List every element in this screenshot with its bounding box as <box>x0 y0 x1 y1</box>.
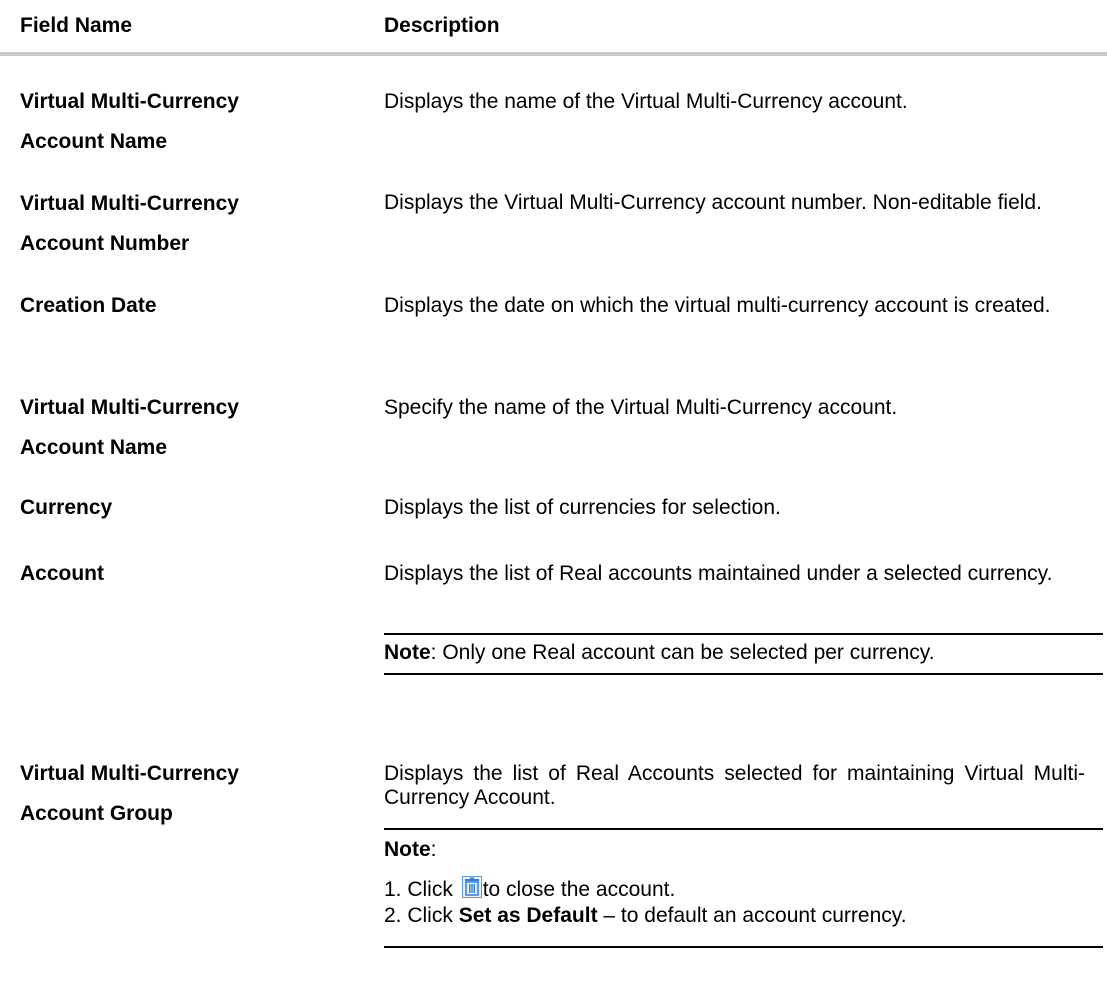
note-item-2: 2. Click Set as Default – to default an … <box>384 904 907 928</box>
row-desc-vmc-account-number: Displays the Virtual Multi-Currency acco… <box>384 191 1042 214</box>
row-name-line: Account Name <box>20 130 168 153</box>
row-name-vmc-account-number: Virtual Multi-Currency Account Number <box>20 184 360 264</box>
note-label: Note <box>384 641 431 664</box>
note-colon: : <box>430 838 437 861</box>
row-desc-vmc-account-name-2: Specify the name of the Virtual Multi-Cu… <box>384 396 898 419</box>
header-description: Description <box>384 14 500 37</box>
row-name-creation-date: Creation Date <box>20 286 360 326</box>
row-name-line: Account <box>20 562 104 585</box>
row-desc-creation-date: Displays the date on which the virtual m… <box>384 294 1051 317</box>
row-name-line: Virtual Multi-Currency <box>20 90 239 113</box>
row-name-line: Virtual Multi-Currency <box>20 762 239 785</box>
row-name-account: Account <box>20 554 360 594</box>
field-description-table: Field Name Description Virtual Multi-Cur… <box>0 0 1107 998</box>
note-text: : Only one Real account can be selected … <box>430 641 935 664</box>
row-name-line: Creation Date <box>20 294 157 317</box>
note-account-group: Note: 1. Click to close the account. 2. … <box>384 828 1103 948</box>
row-name-vmc-account-group: Virtual Multi-Currency Account Group <box>20 754 360 834</box>
set-as-default-label: Set as Default <box>458 904 598 927</box>
row-desc-vmc-account-group: Displays the list of Real Accounts selec… <box>384 762 1085 809</box>
row-desc-vmc-account-name: Displays the name of the Virtual Multi-C… <box>384 90 908 113</box>
row-name-currency: Currency <box>20 488 360 528</box>
table-header: Field Name Description <box>0 0 1107 56</box>
row-name-line: Account Name <box>20 436 168 459</box>
note-item-1-prefix: 1. Click <box>384 878 459 901</box>
note-account: Note: Only one Real account can be selec… <box>384 633 1103 675</box>
row-name-line: Account Group <box>20 802 173 825</box>
note-item-1: 1. Click to close the account. <box>384 876 675 902</box>
trash-icon[interactable] <box>461 876 482 898</box>
row-name-line: Virtual Multi-Currency <box>20 192 239 215</box>
row-name-line: Virtual Multi-Currency <box>20 396 239 419</box>
note-item-1-suffix: to close the account. <box>482 878 676 901</box>
row-name-vmc-account-name: Virtual Multi-Currency Account Name <box>20 82 360 162</box>
row-name-vmc-account-name-2: Virtual Multi-Currency Account Name <box>20 388 360 468</box>
note-item-2-suffix: – to default an account currency. <box>597 904 907 927</box>
header-field-name: Field Name <box>20 14 133 37</box>
row-name-line: Currency <box>20 496 113 519</box>
note-item-2-prefix: 2. Click <box>384 904 459 927</box>
note-label: Note <box>384 838 431 861</box>
row-desc-currency: Displays the list of currencies for sele… <box>384 496 781 519</box>
row-name-line: Account Number <box>20 232 190 255</box>
row-desc-account: Displays the list of Real accounts maint… <box>384 562 1053 585</box>
